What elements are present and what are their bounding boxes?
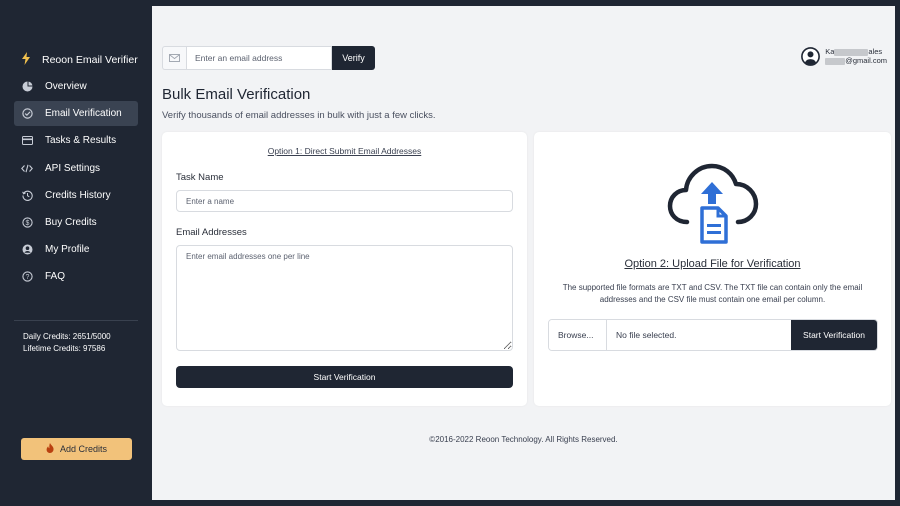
question-circle-icon: ? [21, 271, 33, 283]
credits-info: Daily Credits: 2651/5000 Lifetime Credit… [23, 331, 111, 355]
user-menu[interactable]: Ka ales @gmail.com [801, 47, 887, 66]
redacted-block [825, 57, 846, 65]
email-addresses-label: Email Addresses [176, 227, 247, 238]
sidebar-item-overview[interactable]: Overview [14, 74, 138, 99]
option2-link[interactable]: Option 2: Upload File for Verification [534, 258, 891, 270]
email-search-group: Verify [162, 46, 375, 70]
start-verification-button[interactable]: Start Verification [176, 366, 513, 388]
sidebar-item-tasks-results[interactable]: Tasks & Results [14, 128, 138, 153]
envelope-icon [162, 46, 186, 70]
page-subtitle: Verify thousands of email addresses in b… [162, 110, 436, 121]
sidebar-item-label: Email Verification [45, 108, 122, 120]
cloud-upload-icon [667, 160, 759, 244]
user-name-start: Ka [825, 47, 835, 56]
footer-copyright: ©2016-2022 Reoon Technology. All Rights … [429, 435, 618, 444]
sidebar-nav: Overview Email Verification Tasks & Resu… [14, 74, 138, 292]
user-name: Ka ales [825, 47, 887, 56]
sidebar-item-label: My Profile [45, 244, 90, 256]
lifetime-credits: Lifetime Credits: 97586 [23, 344, 106, 353]
sidebar: Reoon Email Verifier Overview Email Veri… [0, 0, 152, 506]
add-credits-label: Add Credits [59, 444, 108, 454]
pie-chart-icon [21, 81, 33, 93]
verify-button[interactable]: Verify [332, 46, 375, 70]
card-icon [21, 135, 33, 147]
brand-name: Reoon Email Verifier [42, 54, 138, 66]
direct-submit-card: Option 1: Direct Submit Email Addresses … [162, 132, 527, 406]
user-avatar-icon [801, 47, 821, 66]
sidebar-item-my-profile[interactable]: My Profile [14, 237, 138, 262]
sidebar-item-label: Overview [45, 81, 87, 92]
main-content: Verify Ka ales @gmail.com Bulk Email Veri… [152, 6, 895, 500]
sidebar-item-faq[interactable]: ? FAQ [14, 264, 138, 289]
sidebar-item-email-verification[interactable]: Email Verification [14, 101, 138, 127]
option1-link[interactable]: Option 1: Direct Submit Email Addresses [162, 146, 527, 156]
file-format-description: The supported file formats are TXT and C… [562, 283, 863, 304]
sidebar-divider [14, 320, 138, 321]
sidebar-item-label: FAQ [45, 271, 66, 283]
file-upload-card: Option 2: Upload File for Verification T… [534, 132, 891, 406]
redacted-block [834, 48, 869, 56]
user-name-end: ales [868, 47, 883, 56]
sidebar-item-label: Buy Credits [45, 216, 97, 228]
sidebar-item-label: API Settings [45, 162, 101, 174]
svg-text:?: ? [25, 274, 29, 281]
task-name-input[interactable] [176, 190, 513, 212]
user-circle-icon [21, 244, 33, 256]
sidebar-item-label: Tasks & Results [45, 135, 117, 147]
lightning-icon [20, 52, 32, 68]
file-status: No file selected. [607, 320, 791, 350]
svg-text:$: $ [25, 220, 29, 227]
check-circle-icon [21, 108, 33, 120]
email-addresses-textarea[interactable] [176, 245, 513, 351]
flame-icon [46, 443, 54, 455]
sidebar-item-credits-history[interactable]: Credits History [14, 183, 138, 208]
user-info: Ka ales @gmail.com [825, 47, 887, 65]
history-icon [21, 189, 33, 201]
user-email-end: @gmail.com [845, 56, 887, 65]
user-email: @gmail.com [825, 56, 887, 65]
task-name-label: Task Name [176, 172, 224, 183]
code-icon [21, 162, 33, 174]
upload-start-verification-button[interactable]: Start Verification [791, 320, 877, 350]
page-title: Bulk Email Verification [162, 86, 311, 103]
sidebar-item-api-settings[interactable]: API Settings [14, 156, 138, 181]
sidebar-item-buy-credits[interactable]: $ Buy Credits [14, 210, 138, 235]
brand[interactable]: Reoon Email Verifier [20, 52, 138, 68]
daily-credits: Daily Credits: 2651/5000 [23, 332, 111, 341]
browse-button[interactable]: Browse... [549, 320, 607, 350]
file-upload-group: Browse... No file selected. Start Verifi… [548, 319, 878, 351]
add-credits-button[interactable]: Add Credits [21, 438, 132, 460]
dollar-icon: $ [21, 216, 33, 228]
sidebar-item-label: Credits History [45, 189, 111, 201]
email-input[interactable] [186, 46, 332, 70]
